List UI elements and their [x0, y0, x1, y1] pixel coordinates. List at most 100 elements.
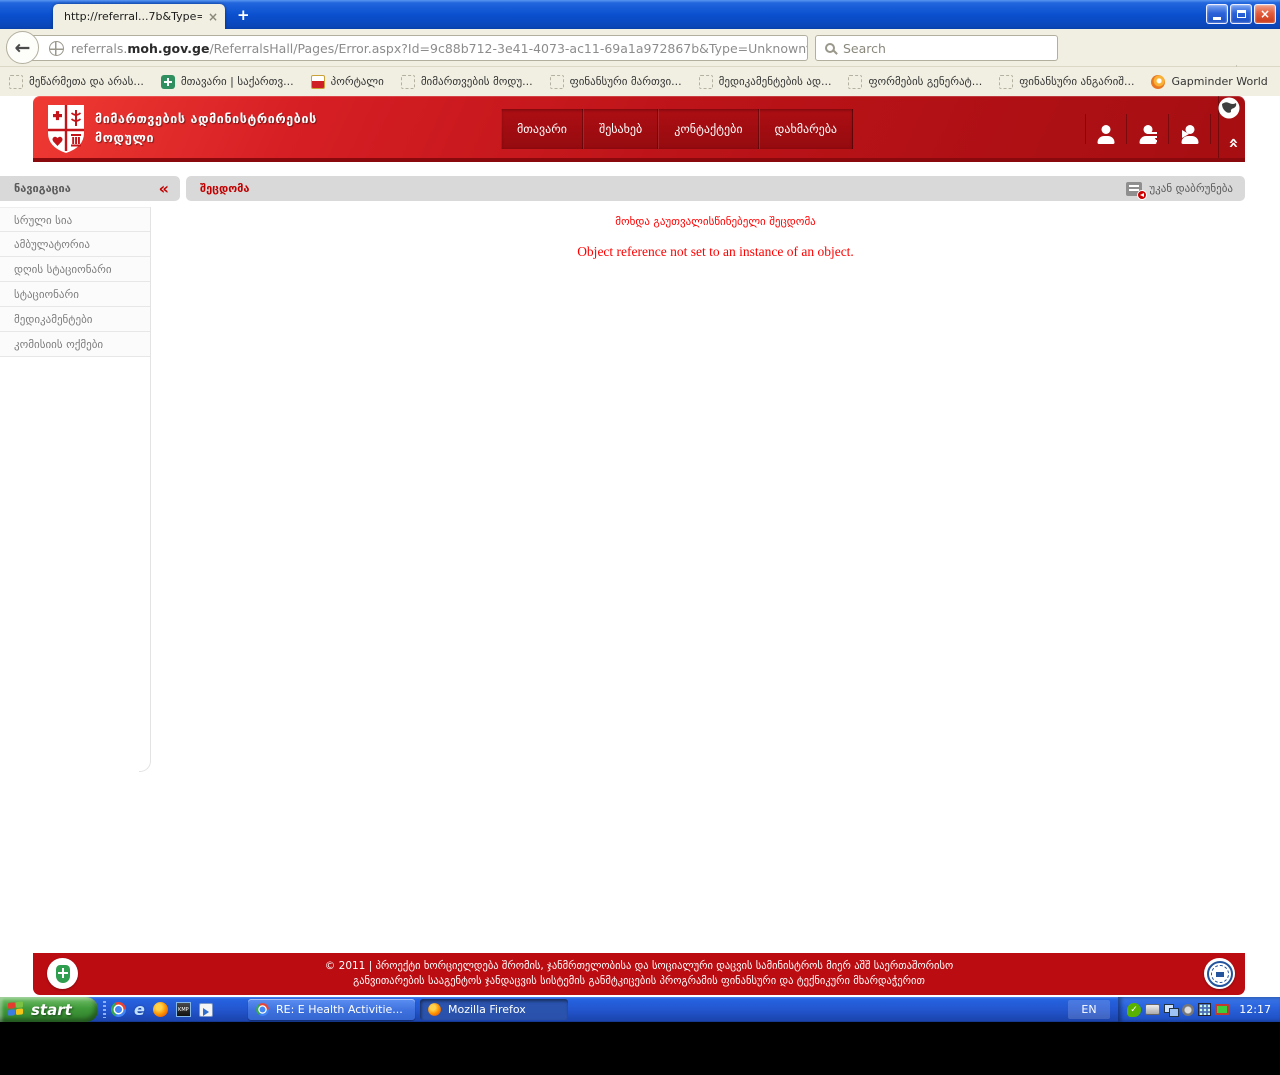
site-nav: მთავარი შესახებ კონტაქტები დახმარება [501, 109, 853, 149]
bookmark-item[interactable]: ფინანსური მართვი... [550, 75, 682, 89]
default-favicon [848, 75, 862, 89]
go-back-link[interactable]: უკან დაბრუნება [1126, 182, 1233, 196]
language-globe-icon[interactable] [1218, 97, 1240, 119]
bookmark-item[interactable]: პორტალი [311, 75, 384, 89]
footer-text: © 2011 | პროექტი ხორციელდება შრომის, ჯან… [103, 959, 1175, 989]
chrome-icon [256, 1003, 269, 1016]
url-domain: moh.gov.ge [127, 41, 209, 56]
return-document-icon [1126, 182, 1142, 196]
login-logout-button[interactable] [1169, 114, 1211, 144]
back-icon: ← [15, 37, 31, 59]
windows-flag-icon [8, 1001, 25, 1018]
browser-tab[interactable]: http://referral...7b&Type=Unknown × [53, 4, 225, 29]
arrow-icon [1182, 130, 1189, 138]
task-button-label: RE: E Health Activitie... [276, 1003, 403, 1016]
sidebar-item-ambulatory[interactable]: ამბულატორია [0, 232, 150, 257]
window-controls: × [1206, 4, 1276, 24]
bookmark-item[interactable]: მთავარი | საქართვ... [161, 75, 294, 89]
quick-launch-app-icon[interactable] [199, 1003, 213, 1017]
user-profile-button[interactable] [1085, 114, 1127, 144]
error-message-english: Object reference not set to an instance … [186, 244, 1245, 260]
sidebar-header: ნავიგაცია « [0, 176, 180, 201]
site-footer: © 2011 | პროექტი ხორციელდება შრომის, ჯან… [33, 953, 1245, 995]
error-message-georgian: მოხდა გაუთვალისწინებელი შეცდომა [186, 215, 1245, 228]
nav-item-about[interactable]: შესახებ [583, 109, 658, 149]
go-back-label: უკან დაბრუნება [1149, 182, 1233, 195]
task-button-firefox[interactable]: Mozilla Firefox [420, 999, 568, 1020]
close-icon: × [1260, 7, 1270, 21]
minimize-button[interactable] [1206, 4, 1228, 24]
nav-item-help[interactable]: დახმარება [759, 109, 854, 149]
bookmark-label: მეწარმეთა და არას... [29, 75, 144, 88]
restore-icon [1237, 10, 1246, 18]
footer-line1: © 2011 | პროექტი ხორციელდება შრომის, ჯან… [103, 959, 1175, 974]
bookmark-label: მედიკამენტების ად... [719, 75, 832, 88]
user-icon [1096, 125, 1116, 144]
remote-desktop-tray-icon[interactable] [1198, 1003, 1211, 1016]
footer-line2: განვითარების სააგენტოს ჯანდაცვის სისტემი… [103, 974, 1175, 989]
list-lines-icon [1147, 132, 1157, 143]
printer-tray-icon[interactable] [1145, 1004, 1160, 1015]
return-badge-icon [1137, 190, 1147, 200]
seal-icon [1207, 961, 1233, 987]
page-viewport: მიმართვების ადმინისტრირების მოდული მთავა… [0, 96, 1280, 997]
sidebar-menu: სრული სია ამბულატორია დღის სტაციონარი სტ… [0, 207, 150, 357]
language-indicator[interactable]: EN [1068, 1000, 1110, 1019]
firefox-icon[interactable] [153, 1002, 168, 1017]
taskbar-clock[interactable]: 12:17 [1239, 1003, 1280, 1016]
sidebar-item-commission-protocols[interactable]: კომისიის ოქმები [0, 332, 150, 357]
bookmark-item[interactable]: ფინანსური ანგარიშ... [999, 75, 1134, 89]
security-check-tray-icon[interactable]: ✓ [1127, 1003, 1141, 1017]
url-bar[interactable]: referrals.moh.gov.ge/ReferralsHall/Pages… [24, 35, 808, 61]
site-identity-icon[interactable] [49, 41, 64, 56]
sidebar-item-day-hospital[interactable]: დღის სტაციონარი [0, 257, 150, 282]
tab-close-icon[interactable]: × [208, 10, 218, 24]
nav-item-home[interactable]: მთავარი [501, 109, 583, 149]
sidebar-item-full-list[interactable]: სრული სია [0, 207, 150, 232]
internet-explorer-icon[interactable]: e [134, 1000, 145, 1019]
search-box[interactable] [815, 35, 1058, 61]
user-list-button[interactable] [1127, 114, 1169, 144]
sidebar-collapse-icon[interactable]: « [159, 179, 169, 198]
chrome-icon[interactable] [111, 1002, 126, 1017]
bookmark-item[interactable]: მეწარმეთა და არას... [9, 75, 144, 89]
network-tray-icon[interactable] [1164, 1004, 1178, 1016]
site-header: მიმართვების ადმინისტრირების მოდული მთავა… [33, 96, 1245, 162]
taskbar: start e KMP RE: E Health Activitie... Mo… [0, 997, 1280, 1022]
quick-launch-handle[interactable] [103, 1001, 106, 1018]
bookmark-label: პორტალი [331, 75, 384, 88]
task-button-email[interactable]: RE: E Health Activitie... [248, 999, 415, 1020]
site-title: მიმართვების ადმინისტრირების მოდული [95, 109, 317, 147]
display-tray-icon[interactable] [1215, 1004, 1229, 1015]
emblem-favicon [311, 75, 325, 89]
collapse-header-chevrons-icon[interactable]: « [1224, 138, 1244, 147]
bookmark-item[interactable]: ფორმების გენერატ... [848, 75, 982, 89]
gapminder-favicon [1151, 75, 1165, 89]
bookmark-label: ფორმების გენერატ... [868, 75, 982, 88]
bookmark-label: მიმართვების მოდუ... [421, 75, 533, 88]
url-bar-controls: ▾ ↻ [806, 39, 808, 57]
screen: http://referral...7b&Type=Unknown × + × … [0, 0, 1280, 1075]
page-title: შეცდომა [200, 182, 250, 195]
audio-tray-icon[interactable] [1182, 1004, 1194, 1016]
close-button[interactable]: × [1254, 4, 1276, 24]
nav-item-contacts[interactable]: კონტაქტები [658, 109, 758, 149]
url-dropdown-icon[interactable]: ▾ [806, 43, 808, 54]
start-button[interactable]: start [0, 997, 98, 1022]
tab-title: http://referral...7b&Type=Unknown [64, 10, 202, 23]
bookmark-label: ფინანსური ანგარიშ... [1019, 75, 1134, 88]
restore-button[interactable] [1230, 4, 1252, 24]
ministry-shield-logo [46, 103, 86, 155]
sidebar-item-medications[interactable]: მედიკამენტები [0, 307, 150, 332]
start-label: start [31, 1001, 72, 1019]
sidebar-item-hospital[interactable]: სტაციონარი [0, 282, 150, 307]
back-button[interactable]: ← [6, 31, 39, 64]
site-title-line2: მოდული [95, 128, 317, 147]
header-user-actions [1085, 112, 1211, 146]
bookmark-item[interactable]: Gapminder World [1151, 75, 1267, 89]
bookmark-item[interactable]: მედიკამენტების ად... [699, 75, 832, 89]
bookmark-item[interactable]: მიმართვების მოდუ... [401, 75, 533, 89]
new-tab-button[interactable]: + [237, 6, 250, 24]
search-input[interactable] [843, 41, 1048, 56]
kmplayer-icon[interactable]: KMP [176, 1002, 191, 1017]
